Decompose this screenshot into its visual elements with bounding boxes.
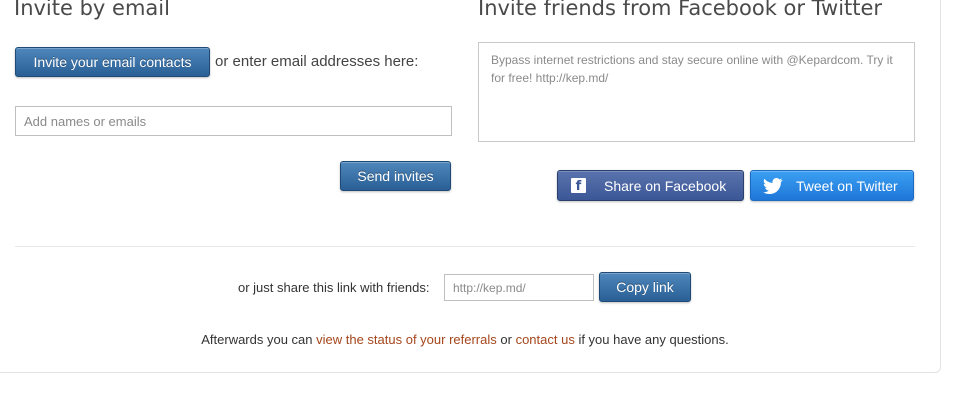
- facebook-icon: f: [571, 178, 586, 193]
- send-invites-button[interactable]: Send invites: [340, 161, 451, 191]
- emails-input-placeholder: Add names or emails: [24, 113, 147, 129]
- share-on-facebook-label: Share on Facebook: [604, 177, 727, 194]
- share-link-value: http://kep.md/: [453, 280, 526, 295]
- footer-prefix: Afterwards you can: [201, 332, 317, 347]
- invite-email-contacts-button[interactable]: Invite your email contacts: [15, 47, 210, 77]
- referral-footer: Afterwards you can view the status of yo…: [0, 332, 930, 347]
- contact-us-link[interactable]: contact us: [516, 332, 575, 347]
- twitter-bird-icon: [763, 177, 783, 194]
- social-section-heading: Invite friends from Facebook or Twitter: [478, 0, 883, 20]
- section-divider: [15, 246, 915, 247]
- enter-emails-text: or enter email addresses here:: [215, 53, 419, 70]
- tweet-on-twitter-button[interactable]: Tweet on Twitter: [750, 170, 914, 201]
- copy-link-button[interactable]: Copy link: [599, 272, 691, 302]
- share-link-prompt: or just share this link with friends:: [238, 280, 430, 295]
- share-message-textarea[interactable]: Bypass internet restrictions and stay se…: [478, 42, 915, 142]
- view-referral-status-link[interactable]: view the status of your referrals: [316, 332, 497, 347]
- email-section-heading: Invite by email: [14, 0, 170, 20]
- share-on-facebook-button[interactable]: f Share on Facebook: [557, 170, 744, 201]
- tweet-on-twitter-label: Tweet on Twitter: [796, 177, 898, 194]
- footer-middle: or: [496, 332, 516, 347]
- emails-input[interactable]: Add names or emails: [15, 106, 452, 136]
- share-link-input[interactable]: http://kep.md/: [444, 274, 594, 301]
- footer-suffix: if you have any questions.: [574, 332, 729, 347]
